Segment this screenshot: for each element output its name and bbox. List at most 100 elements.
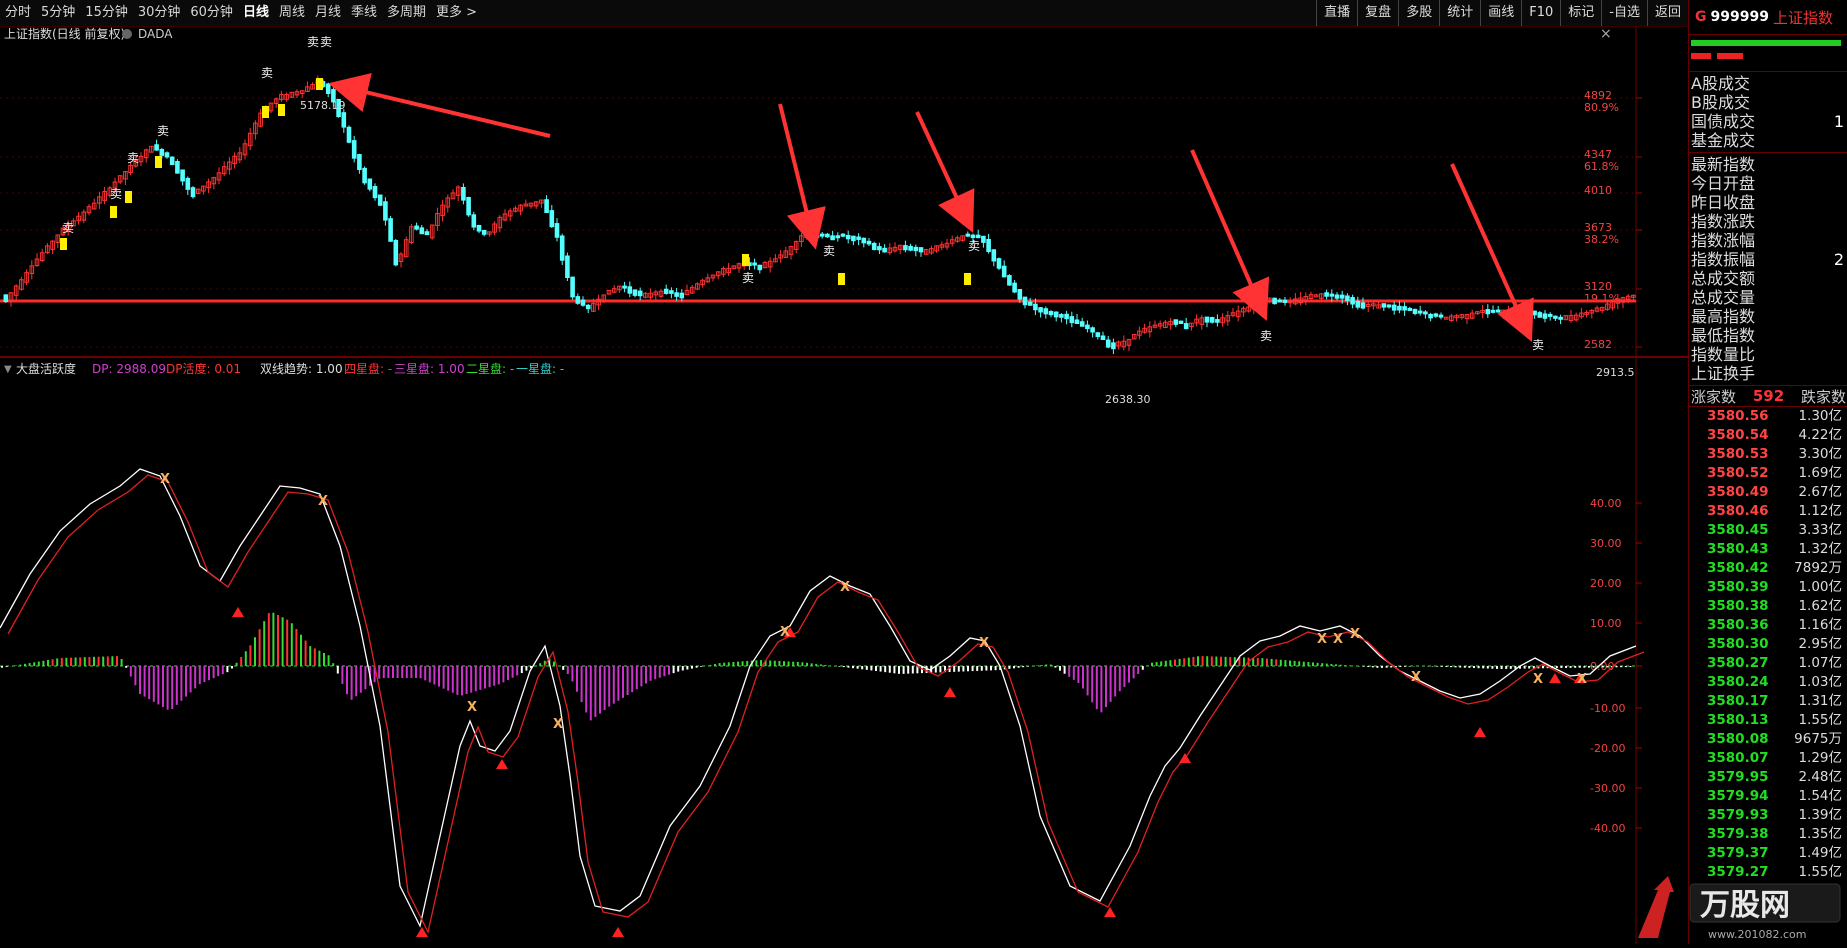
- tick-row[interactable]: 3580.53 3.30亿: [1689, 445, 1847, 464]
- candle-body: [986, 238, 991, 253]
- toolbar-button-8[interactable]: 返回: [1646, 0, 1688, 26]
- period-tab-4[interactable]: 60分钟: [185, 0, 238, 26]
- close-icon[interactable]: ×: [1600, 26, 1612, 42]
- candle-body: [757, 264, 763, 271]
- tick-row[interactable]: 3580.39 1.00亿: [1689, 578, 1847, 597]
- tick-row[interactable]: 3579.94 1.54亿: [1689, 787, 1847, 806]
- toolbar-button-0[interactable]: 直播: [1316, 0, 1357, 26]
- tick-row[interactable]: 3580.45 3.33亿: [1689, 521, 1847, 540]
- period-tab-0[interactable]: 分时: [0, 0, 36, 26]
- tick-price: 3579.37: [1707, 845, 1769, 861]
- row-label: A股成交: [1691, 74, 1750, 93]
- candle-body: [180, 169, 185, 182]
- candle-body: [1386, 304, 1392, 308]
- tick-row[interactable]: 3580.13 1.55亿: [1689, 711, 1847, 730]
- tick-price: 3580.08: [1707, 731, 1769, 747]
- candle-body: [1345, 295, 1350, 302]
- arrow-3: [915, 111, 975, 233]
- period-tab-7[interactable]: 月线: [310, 0, 346, 26]
- candle-body: [1329, 293, 1335, 297]
- tick-row[interactable]: 3580.43 1.32亿: [1689, 540, 1847, 559]
- tick-row[interactable]: 3579.93 1.39亿: [1689, 806, 1847, 825]
- period-tab-5[interactable]: 日线: [238, 0, 274, 26]
- panel-row: 指数振幅 2: [1689, 250, 1847, 269]
- chart-canvas[interactable]: 上证指数(日线 前复权) DADA × 489280.9%434761.8%40…: [0, 26, 1688, 944]
- tick-volume: 1.30亿: [1798, 408, 1842, 424]
- tick-row[interactable]: 3579.38 1.35亿: [1689, 825, 1847, 844]
- pct-tick-label: 38.2%: [1584, 233, 1619, 246]
- tick-row[interactable]: 3579.95 2.48亿: [1689, 768, 1847, 787]
- tick-row[interactable]: 3580.49 2.67亿: [1689, 483, 1847, 502]
- chevron-down-icon[interactable]: ▼: [4, 364, 12, 375]
- signal-candle: [316, 78, 323, 90]
- row-value: 1: [1833, 112, 1844, 131]
- buy-triangle: [1474, 727, 1486, 737]
- tick-row[interactable]: 3579.37 1.49亿: [1689, 844, 1847, 863]
- candle-body: [554, 223, 560, 238]
- tick-row[interactable]: 3580.42 7892万: [1689, 559, 1847, 578]
- tick-row[interactable]: 3580.30 2.95亿: [1689, 635, 1847, 654]
- sell-marker: 卖: [110, 187, 122, 201]
- tick-volume: 2.95亿: [1798, 636, 1842, 652]
- indicator-name: 大盘活跃度: [16, 361, 76, 376]
- tick-row[interactable]: 3580.27 1.07亿: [1689, 654, 1847, 673]
- candle-body: [996, 258, 1002, 269]
- candle-body: [830, 235, 835, 241]
- candle-body: [871, 242, 877, 251]
- period-tab-3[interactable]: 30分钟: [133, 0, 186, 26]
- tick-row[interactable]: 3580.38 1.62亿: [1689, 597, 1847, 616]
- row-label: 总成交额: [1691, 269, 1756, 288]
- toolbar-button-3[interactable]: 统计: [1439, 0, 1480, 26]
- candle-body: [471, 214, 477, 228]
- toolbar-button-2[interactable]: 多股: [1398, 0, 1439, 26]
- candle-body: [1105, 339, 1111, 348]
- tick-row[interactable]: 3580.08 9675万: [1689, 730, 1847, 749]
- tick-row[interactable]: 3580.24 1.03亿: [1689, 673, 1847, 692]
- tick-row[interactable]: 3580.17 1.31亿: [1689, 692, 1847, 711]
- period-tab-9[interactable]: 多周期: [382, 0, 431, 26]
- candle-body: [1412, 308, 1418, 314]
- toolbar-button-7[interactable]: -自选: [1601, 0, 1647, 26]
- tick-price: 3580.42: [1707, 560, 1769, 576]
- period-tab-8[interactable]: 季线: [346, 0, 382, 26]
- tick-row[interactable]: 3580.46 1.12亿: [1689, 502, 1847, 521]
- candle-body: [559, 235, 565, 261]
- tick-row[interactable]: 3580.36 1.16亿: [1689, 616, 1847, 635]
- period-tab-1[interactable]: 5分钟: [36, 0, 80, 26]
- watermark: 万股网 www.201082.com: [1628, 870, 1847, 944]
- tick-row[interactable]: 3580.52 1.69亿: [1689, 464, 1847, 483]
- toolbar-button-4[interactable]: 画线: [1480, 0, 1521, 26]
- pct-tick-label: 80.9%: [1584, 101, 1619, 114]
- signal-candle: [110, 206, 117, 218]
- prefix-badge: G: [1695, 9, 1707, 25]
- candle-body: [585, 304, 591, 310]
- panel-row: B股成交: [1689, 93, 1847, 112]
- candle-body: [159, 148, 165, 156]
- candle-body: [1360, 302, 1366, 309]
- candle-body: [481, 230, 487, 235]
- toolbar-button-1[interactable]: 复盘: [1357, 0, 1398, 26]
- candle-body: [1095, 332, 1101, 338]
- candle-body: [3, 294, 9, 303]
- candle-body: [1542, 313, 1548, 319]
- quote-header: G 999999 上证指数: [1689, 0, 1847, 35]
- tick-volume: 1.35亿: [1798, 826, 1842, 842]
- period-tab-6[interactable]: 周线: [274, 0, 310, 26]
- toolbar-button-6[interactable]: 标记: [1560, 0, 1601, 26]
- tick-row[interactable]: 3580.07 1.29亿: [1689, 749, 1847, 768]
- candle-body: [346, 126, 352, 143]
- period-tab-10[interactable]: 更多 >: [431, 0, 482, 26]
- toolbar-button-5[interactable]: F10: [1521, 0, 1560, 26]
- candle-body: [1339, 294, 1345, 299]
- tick-row[interactable]: 3580.54 4.22亿: [1689, 426, 1847, 445]
- candle-body: [1007, 275, 1012, 286]
- period-tab-2[interactable]: 15分钟: [80, 0, 133, 26]
- candle-body: [1490, 309, 1496, 313]
- overlay-name: DADA: [138, 27, 173, 41]
- tick-list[interactable]: 3580.56 1.30亿 3580.54 4.22亿 3580.53 3.30亿 3580…: [1689, 407, 1847, 882]
- kline-chart[interactable]: 上证指数(日线 前复权) DADA × 4892 80.9% 4347 61.8% 40…: [0, 26, 1688, 944]
- signal-candle: [262, 106, 269, 118]
- tick-row[interactable]: 3580.56 1.30亿: [1689, 407, 1847, 426]
- two-star-label: 二星盘: -: [466, 361, 514, 376]
- four-star-label: 四星盘: -: [344, 361, 392, 376]
